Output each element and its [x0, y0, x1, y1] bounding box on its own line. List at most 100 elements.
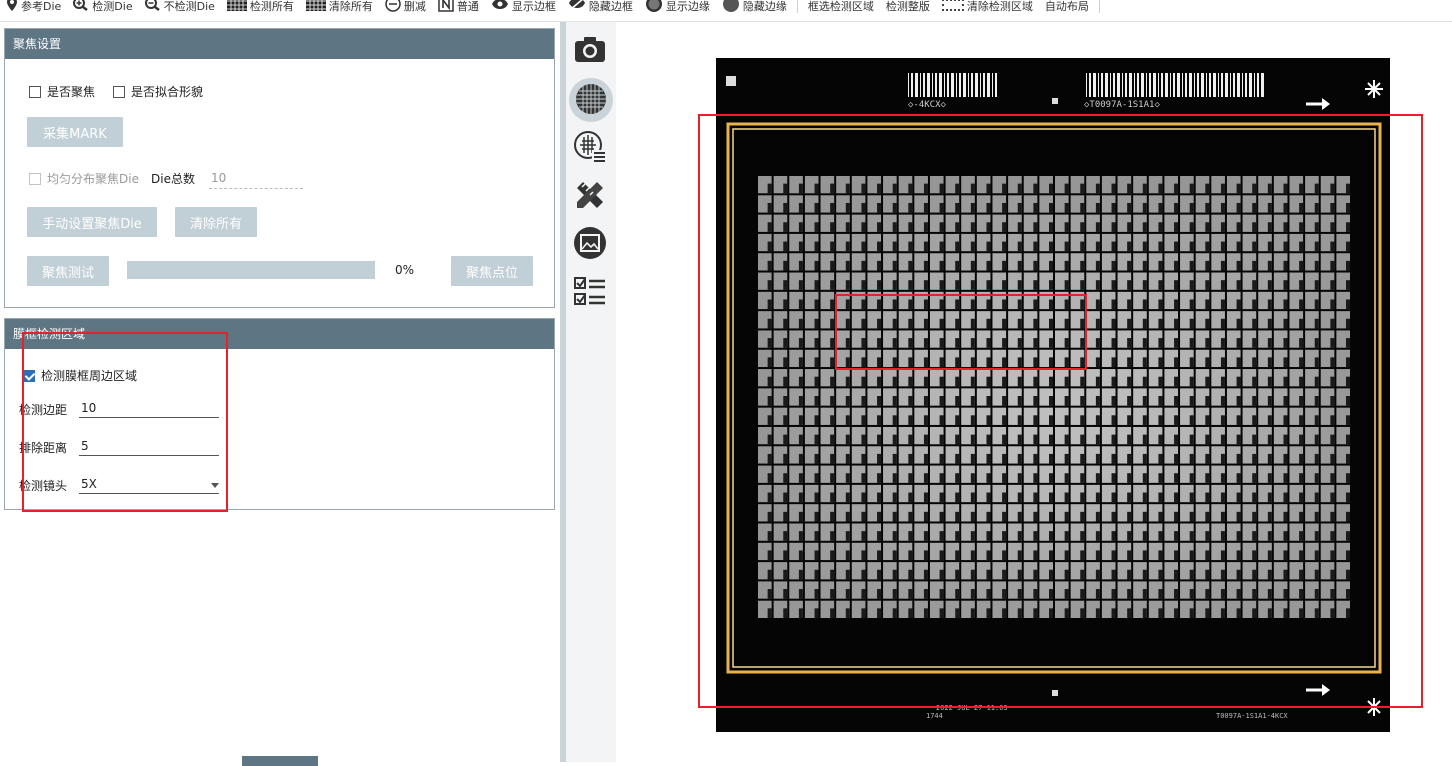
detect-region-box[interactable] [698, 114, 1423, 708]
barcode-right-text: ◇T0097A-1S1A1◇ [1084, 100, 1160, 110]
enable-focus-checkbox[interactable]: 是否聚焦 [29, 83, 95, 100]
reduce-button[interactable]: 删减 [379, 0, 432, 17]
barcode-bar [1254, 73, 1255, 97]
barcode-bar [1093, 73, 1096, 97]
bottom-action-button[interactable] [242, 756, 318, 766]
ruler-pencil-icon [573, 178, 607, 215]
map-pin-icon [6, 0, 18, 14]
barcode-bar [1218, 73, 1219, 97]
selected-region-box[interactable] [835, 294, 1087, 370]
detect-die-button[interactable]: 检测Die [67, 0, 138, 17]
image-frame-icon [573, 226, 607, 263]
hide-border-button[interactable]: 隐藏边框 [562, 0, 639, 17]
image-tool-button[interactable] [572, 226, 608, 262]
barcode-bar [908, 73, 909, 97]
barcode-bar [1086, 73, 1087, 97]
barcode-left [908, 73, 997, 97]
barcode-bar [1225, 73, 1228, 97]
checkbox-box[interactable] [29, 85, 41, 98]
focus-settings-title: 聚焦设置 [5, 29, 554, 59]
barcode-bar [1101, 73, 1103, 97]
hide-edge-button[interactable]: 隐藏边缘 [716, 0, 793, 17]
focus-point-button[interactable]: 聚焦点位 [451, 256, 533, 286]
toolbar-divider [1098, 0, 1100, 13]
toolbar-label: 显示边缘 [665, 0, 710, 13]
ruler-tool-button[interactable] [572, 178, 608, 214]
barcode-bar [935, 73, 937, 97]
barcode-bar [1105, 73, 1108, 97]
even-distribute-checkbox[interactable]: 均匀分布聚焦Die [29, 170, 139, 187]
toolbar-divider [796, 0, 798, 13]
barcode-bar [1098, 73, 1099, 97]
barcode-bar [1113, 73, 1115, 97]
select-detect-area-button[interactable]: 框选检测区域 [802, 0, 880, 17]
focus-settings-panel: 聚焦设置 是否聚焦 是否拟合形貌 采集MARK 均匀分布聚焦Die Die总数 … [4, 28, 555, 308]
barcode-bar [1153, 73, 1156, 97]
detect-whole-button[interactable]: 检测整版 [880, 0, 936, 17]
checkbox-box[interactable] [29, 172, 41, 185]
eye-icon [491, 0, 509, 13]
camera-tool-button[interactable] [572, 32, 608, 68]
zoom-out-icon [144, 0, 161, 14]
checkbox-box[interactable] [113, 85, 125, 98]
wafer-viewer[interactable]: ◇-4KCX◇ ◇T0097A-1S1A1◇ 2022-JUL-27 11:03… [616, 22, 1452, 762]
checklist-tool-button[interactable] [572, 274, 608, 310]
barcode-bar [983, 73, 985, 97]
toolbar-label: 参考Die [21, 0, 62, 13]
show-edge-button[interactable]: 显示边缘 [639, 0, 716, 17]
clear-detect-area-button[interactable]: 清除检测区域 [936, 0, 1039, 17]
toolbar-label: 清除检测区域 [966, 0, 1033, 13]
toolbar-label: 不检测Die [163, 0, 215, 13]
barcode-bar [1189, 73, 1192, 97]
dotted-grid-icon [941, 0, 964, 14]
barcode-bar [1185, 73, 1187, 97]
circle-fill-icon [722, 0, 740, 16]
barcode-bar [939, 73, 942, 97]
bottom-code-text: T0097A-1S1A1-4KCX [1216, 712, 1288, 720]
barcode-bar [1194, 73, 1195, 97]
auto-layout-button[interactable]: 自动布局 [1039, 0, 1095, 17]
barcode-bar [980, 73, 981, 97]
barcode-bar [1137, 73, 1139, 97]
even-distribute-label: 均匀分布聚焦Die [47, 172, 139, 186]
grid-fill-icon [226, 0, 247, 14]
detect-all-button[interactable]: 检测所有 [221, 0, 300, 17]
barcode-bar [1177, 73, 1180, 97]
barcode-bar [927, 73, 930, 97]
barcode-bar [1122, 73, 1123, 97]
barcode-right [1086, 73, 1264, 97]
clear-all-button[interactable]: 清除所有 [300, 0, 379, 17]
barcode-bar [1230, 73, 1231, 97]
barcode-bar [951, 73, 954, 97]
clear-all-focus-button[interactable]: 清除所有 [175, 207, 257, 237]
barcode-bar [1237, 73, 1240, 97]
toolbar-label: 普通 [456, 0, 479, 13]
barcode-bar [1165, 73, 1168, 97]
manual-set-focus-die-button[interactable]: 手动设置聚焦Die [27, 207, 157, 237]
collect-mark-button[interactable]: 采集MARK [27, 117, 123, 147]
barcode-bar [968, 73, 969, 97]
show-border-button[interactable]: 显示边框 [485, 0, 562, 17]
wafer-list-tool-button[interactable] [572, 130, 608, 166]
wafer-grid-tool-button[interactable] [569, 78, 613, 122]
normal-button[interactable]: 普通 [432, 0, 485, 17]
toolbar-label: 检测所有 [249, 0, 294, 13]
die-total-input[interactable]: 10 [211, 169, 303, 187]
barcode-bar [1261, 73, 1264, 97]
no-detect-die-button[interactable]: 不检测Die [139, 0, 221, 17]
barcode-bar [956, 73, 957, 97]
grid-clear-icon [305, 0, 326, 14]
camera-icon [574, 35, 606, 66]
reference-die-button[interactable]: 参考Die [0, 0, 67, 17]
barcode-bar [944, 73, 945, 97]
barcode-bar [1257, 73, 1259, 97]
barcode-bar [992, 73, 993, 97]
toolbar-label: 显示边框 [511, 0, 556, 13]
die-total-underline [209, 188, 303, 189]
focus-test-button[interactable]: 聚焦测试 [27, 256, 109, 286]
barcode-bar [911, 73, 913, 97]
fit-shape-checkbox[interactable]: 是否拟合形貌 [113, 83, 203, 100]
barcode-bar [1206, 73, 1207, 97]
barcode-bar [923, 73, 925, 97]
barcode-bar [1146, 73, 1147, 97]
